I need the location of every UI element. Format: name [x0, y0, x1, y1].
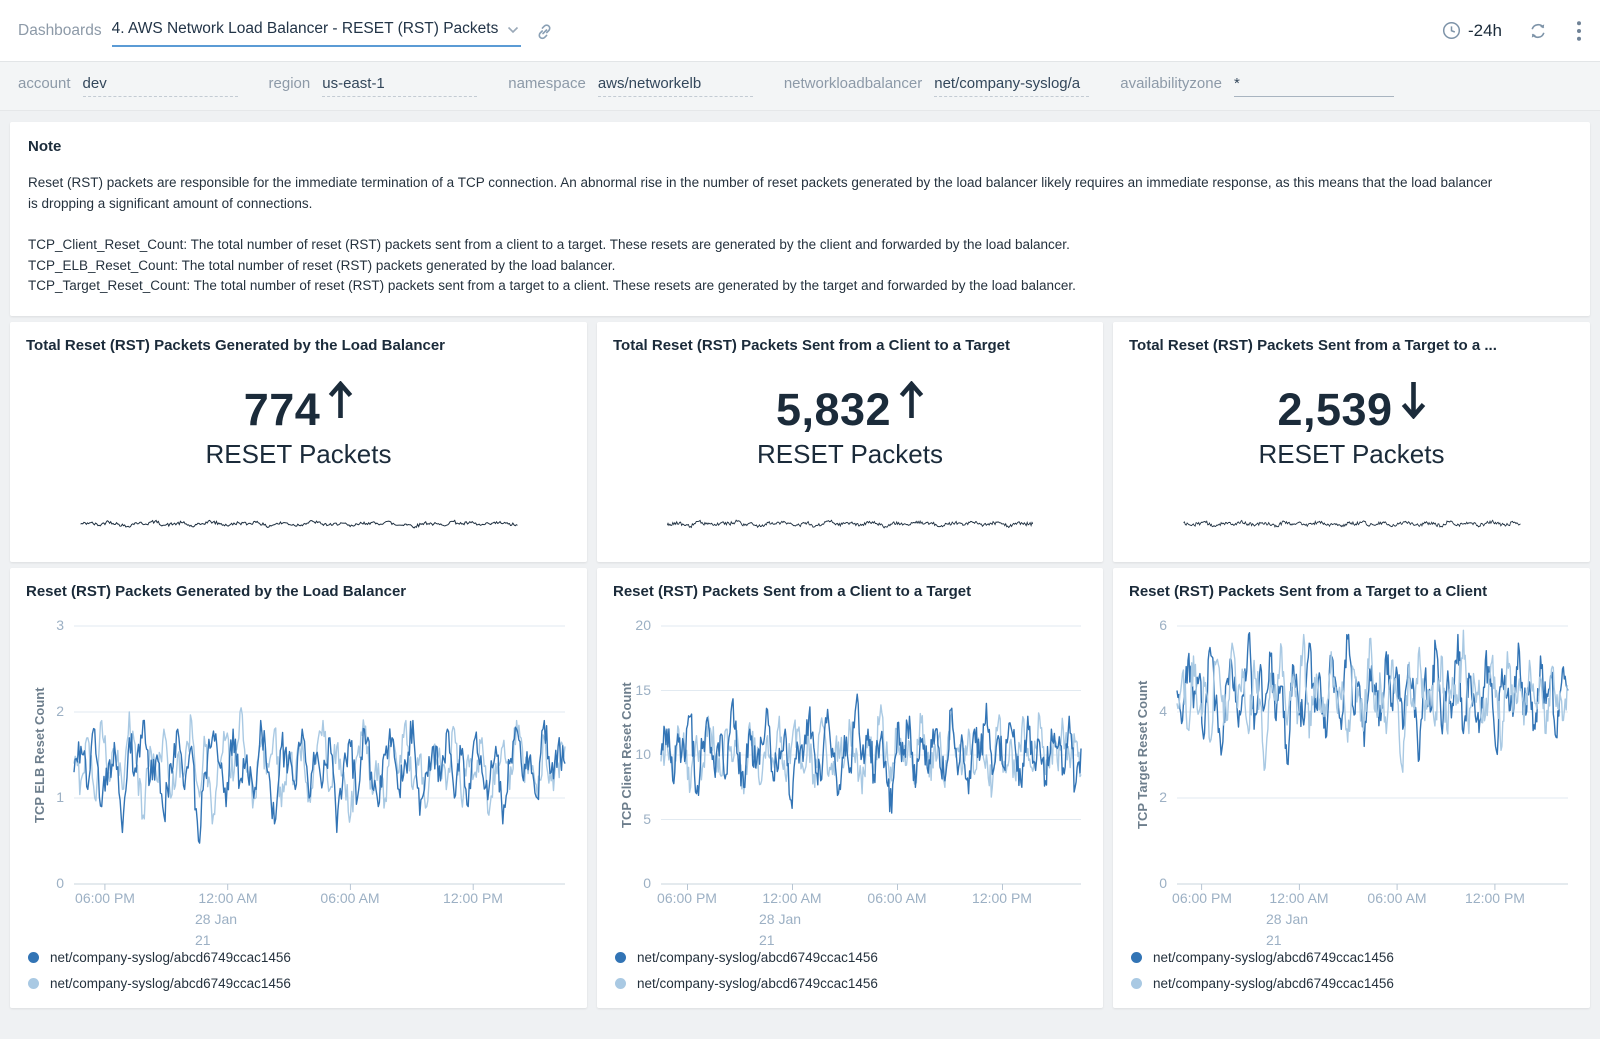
filter-value-input[interactable]: * [1234, 75, 1394, 97]
note-paragraph: Reset (RST) packets are responsible for … [28, 172, 1505, 214]
series-line [74, 720, 565, 843]
kebab-menu-icon[interactable] [1576, 20, 1582, 42]
x-tick-label: 12:00 AM [742, 890, 842, 906]
x-tick-label: 12:00 PM [952, 890, 1052, 906]
stat-sparkline [80, 517, 517, 531]
filter-label: namespace [508, 75, 586, 92]
time-range-value[interactable]: -24h [1468, 21, 1502, 41]
legend-dot [28, 978, 39, 989]
filter-label: availabilityzone [1120, 75, 1222, 92]
stat-panel-title: Total Reset (RST) Packets Sent from a Ta… [1113, 322, 1590, 354]
filter-availabilityzone[interactable]: availabilityzone * [1120, 75, 1394, 97]
legend-dot [615, 978, 626, 989]
legend-dot [1131, 952, 1142, 963]
chart-plot[interactable] [1177, 626, 1568, 892]
stat-panel: Total Reset (RST) Packets Sent from a Cl… [597, 322, 1103, 562]
y-axis-label: TCP Client Reset Count [619, 626, 634, 884]
legend-item[interactable]: net/company-syslog/abcd6749ccac1456 [1131, 970, 1394, 996]
note-panel: Note Reset (RST) packets are responsible… [10, 122, 1590, 316]
chart-title: Reset (RST) Packets Sent from a Target t… [1113, 568, 1590, 600]
clock-icon[interactable] [1442, 21, 1461, 40]
y-axis-label: TCP ELB Reset Count [32, 626, 47, 884]
chart-title: Reset (RST) Packets Generated by the Loa… [10, 568, 587, 600]
note-definition-line: TCP_Target_Reset_Count: The total number… [28, 276, 1572, 297]
legend-dot [615, 952, 626, 963]
x-tick-label: 06:00 PM [637, 890, 737, 906]
link-icon[interactable] [535, 22, 554, 41]
legend-item[interactable]: net/company-syslog/abcd6749ccac1456 [28, 944, 291, 970]
stat-value: 2,539 [1277, 384, 1425, 436]
stat-unit: RESET Packets [1259, 439, 1445, 470]
chart-title: Reset (RST) Packets Sent from a Client t… [597, 568, 1103, 600]
filter-networkloadbalancer[interactable]: networkloadbalancer net/company-syslog/a [784, 75, 1089, 97]
filter-value-input[interactable]: us-east-1 [322, 75, 477, 97]
trend-up-icon [899, 381, 924, 419]
stat-panel: Total Reset (RST) Packets Sent from a Ta… [1113, 322, 1590, 562]
chart-plot[interactable] [661, 626, 1081, 892]
stat-panel-title: Total Reset (RST) Packets Generated by t… [10, 322, 587, 354]
note-title: Note [28, 138, 1572, 155]
filter-region[interactable]: region us-east-1 [269, 75, 478, 97]
stat-sparkline [667, 517, 1033, 531]
legend-item[interactable]: net/company-syslog/abcd6749ccac1456 [615, 944, 878, 970]
x-tick-label: 12:00 AM [1249, 890, 1349, 906]
stat-value: 774 [244, 384, 354, 436]
breadcrumb-dashboards[interactable]: Dashboards [18, 22, 102, 40]
chart-panel: Reset (RST) Packets Sent from a Target t… [1113, 568, 1590, 1008]
filter-bar: account dev region us-east-1 namespace aws/ne… [0, 62, 1600, 111]
legend-item[interactable]: net/company-syslog/abcd6749ccac1456 [615, 970, 878, 996]
trend-down-icon [1401, 381, 1426, 419]
stat-panel: Total Reset (RST) Packets Generated by t… [10, 322, 587, 562]
x-tick-label: 12:00 AM [178, 890, 278, 906]
filter-value-input[interactable]: dev [83, 75, 238, 97]
legend-dot [28, 952, 39, 963]
dashboard-title-dropdown[interactable]: 4. AWS Network Load Balancer - RESET (RS… [112, 14, 522, 47]
chart-legend: net/company-syslog/abcd6749ccac1456net/c… [28, 944, 291, 996]
chart-plot[interactable] [74, 626, 565, 892]
x-tick-label: 06:00 AM [847, 890, 947, 906]
filter-label: networkloadbalancer [784, 75, 922, 92]
series-line [1177, 633, 1568, 765]
x-tick-label: 06:00 PM [1152, 890, 1252, 906]
filter-namespace[interactable]: namespace aws/networkelb [508, 75, 753, 97]
x-tick-label: 12:00 PM [423, 890, 523, 906]
filter-account[interactable]: account dev [18, 75, 238, 97]
filter-value-input[interactable]: aws/networkelb [598, 75, 753, 97]
y-axis-label: TCP Target Reset Count [1135, 626, 1150, 884]
chart-legend: net/company-syslog/abcd6749ccac1456net/c… [615, 944, 878, 996]
x-tick-label: 06:00 PM [55, 890, 155, 906]
legend-item[interactable]: net/company-syslog/abcd6749ccac1456 [1131, 944, 1394, 970]
stat-unit: RESET Packets [757, 439, 943, 470]
trend-up-icon [328, 381, 353, 419]
filter-label: region [269, 75, 311, 92]
note-definition-line: TCP_ELB_Reset_Count: The total number of… [28, 256, 1572, 277]
stat-sparkline [1183, 517, 1520, 531]
dashboard-body: Note Reset (RST) packets are responsible… [0, 111, 1600, 1008]
x-tick-label: 06:00 AM [300, 890, 400, 906]
chevron-down-icon [507, 26, 519, 34]
legend-dot [1131, 978, 1142, 989]
filter-value-input[interactable]: net/company-syslog/a [934, 75, 1089, 97]
refresh-icon[interactable] [1528, 21, 1548, 41]
dashboard-title: 4. AWS Network Load Balancer - RESET (RS… [112, 20, 499, 38]
legend-item[interactable]: net/company-syslog/abcd6749ccac1456 [28, 970, 291, 996]
top-bar: Dashboards 4. AWS Network Load Balancer … [0, 0, 1600, 62]
chart-panel: Reset (RST) Packets Sent from a Client t… [597, 568, 1103, 1008]
chart-panel: Reset (RST) Packets Generated by the Loa… [10, 568, 587, 1008]
x-tick-label: 06:00 AM [1347, 890, 1447, 906]
filter-label: account [18, 75, 71, 92]
note-definition-line: TCP_Client_Reset_Count: The total number… [28, 235, 1572, 256]
stat-panel-title: Total Reset (RST) Packets Sent from a Cl… [597, 322, 1103, 354]
stat-unit: RESET Packets [206, 439, 392, 470]
stat-value: 5,832 [776, 384, 924, 436]
chart-legend: net/company-syslog/abcd6749ccac1456net/c… [1131, 944, 1394, 996]
x-tick-label: 12:00 PM [1445, 890, 1545, 906]
